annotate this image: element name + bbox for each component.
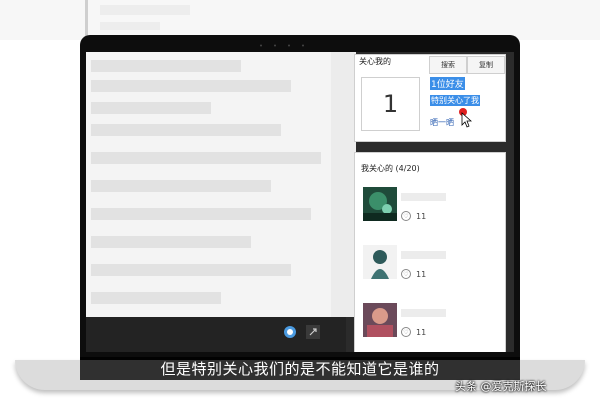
friend-count-text: 1位好友 bbox=[430, 77, 465, 90]
camera-dots-icon bbox=[260, 44, 304, 47]
video-subtitle: 但是特别关心我们的是不能知道它是谁的 bbox=[160, 360, 440, 378]
avatar-icon bbox=[363, 303, 397, 337]
list-item[interactable]: ♡ 11 bbox=[355, 239, 505, 289]
blurred-name bbox=[401, 309, 446, 317]
my-cares-header: 我关心的 (4/20) bbox=[361, 164, 420, 173]
heart-icon: ♡ bbox=[401, 327, 411, 337]
follower-count: 1 bbox=[382, 90, 399, 118]
blurred-name bbox=[401, 251, 446, 259]
background-paper bbox=[0, 0, 600, 40]
mouse-cursor-icon bbox=[459, 108, 472, 128]
count-card: 1 bbox=[361, 77, 420, 131]
heart-icon: ♡ bbox=[401, 269, 411, 279]
my-cares-panel: 我关心的 (4/20) ♡ 11 ♡ 11 ♡ 11 bbox=[354, 152, 506, 352]
item-count: 11 bbox=[416, 270, 427, 279]
heart-icon: ♡ bbox=[401, 211, 411, 221]
item-count: 11 bbox=[416, 328, 427, 337]
blue-circle-icon[interactable] bbox=[283, 325, 297, 339]
laptop-screen: 关心我的 搜索 复制 1 1位好友 特别关心了我 晒一晒 我关心的 (4/20)… bbox=[86, 52, 514, 352]
expand-icon[interactable] bbox=[306, 325, 320, 339]
special-care-text: 特别关心了我 bbox=[430, 95, 480, 106]
avatar-icon bbox=[363, 187, 397, 221]
blurred-content-pane bbox=[86, 52, 331, 317]
blurred-name bbox=[401, 193, 446, 201]
scroll-gutter bbox=[331, 52, 356, 317]
search-button[interactable]: 搜索 bbox=[429, 56, 467, 74]
followers-panel: 关心我的 搜索 复制 1 1位好友 特别关心了我 晒一晒 bbox=[354, 54, 506, 142]
copy-button[interactable]: 复制 bbox=[467, 56, 505, 74]
taskbar bbox=[86, 317, 346, 352]
list-item[interactable]: ♡ 11 bbox=[355, 181, 505, 231]
item-count: 11 bbox=[416, 212, 427, 221]
share-link[interactable]: 晒一晒 bbox=[430, 117, 454, 128]
panel-title: 关心我的 bbox=[359, 57, 391, 66]
watermark: 头条 @爱克斯探长 bbox=[455, 380, 547, 393]
avatar-icon bbox=[363, 245, 397, 279]
list-item[interactable]: ♡ 11 bbox=[355, 297, 505, 347]
